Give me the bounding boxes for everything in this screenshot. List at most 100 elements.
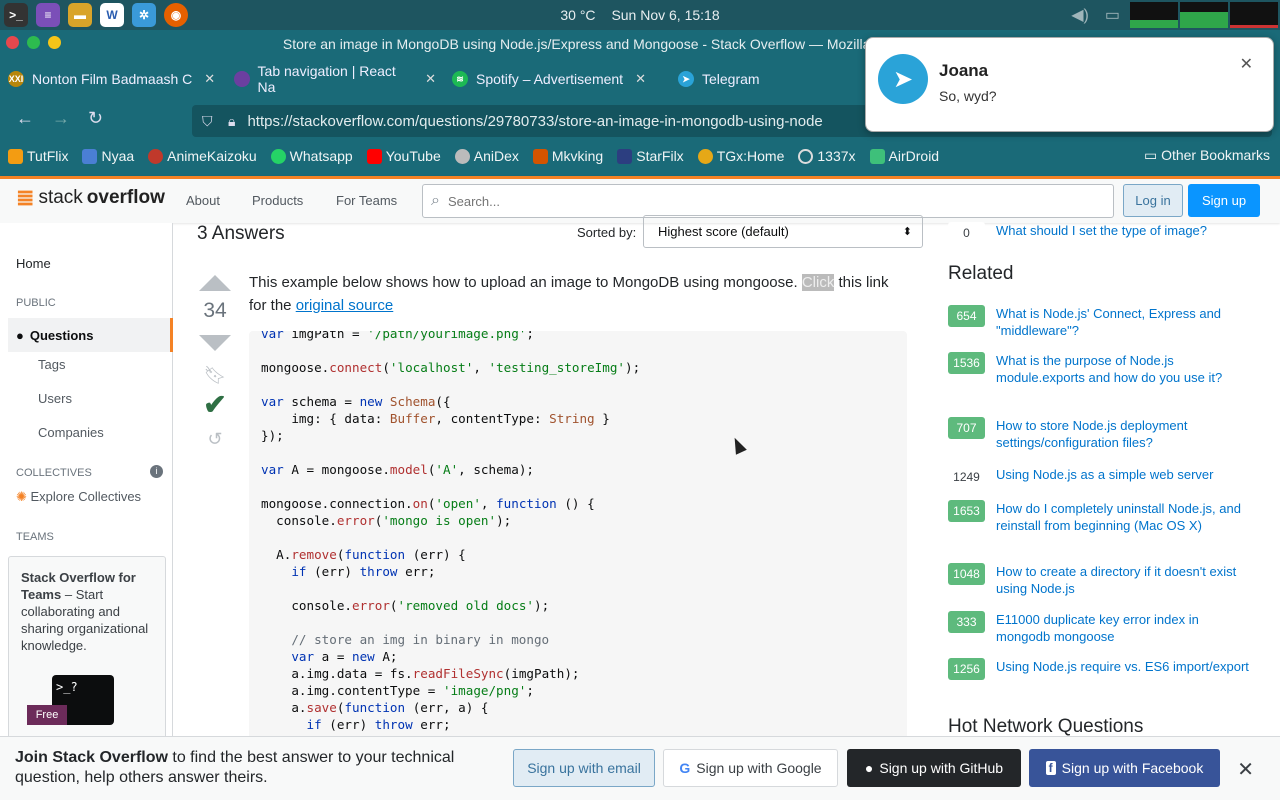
nav-for-teams[interactable]: For Teams [336, 193, 397, 208]
bookmark-starfilx[interactable]: StarFilx [617, 148, 684, 164]
spotify-icon: ≋ [452, 71, 468, 87]
downvote-button[interactable] [199, 335, 231, 351]
tab-telegram[interactable]: ➤ Telegram [670, 60, 780, 98]
linked-question[interactable]: 0 What should I set the type of image? [948, 222, 1268, 244]
reload-icon[interactable]: ↻ [88, 108, 103, 129]
info-icon[interactable]: i [150, 465, 163, 478]
tab-strip: XXI Nonton Film Badmaash C ✕ Tab navigat… [0, 60, 780, 98]
related-title: Related [948, 263, 1014, 284]
close-icon[interactable]: ✕ [1237, 757, 1254, 782]
bookmark-nyaa[interactable]: Nyaa [82, 148, 134, 164]
os-top-panel: >_ ≡ ▬ W ✲ ◉ 30 °C Sun Nov 6, 15:18 ◀) ▭ [0, 0, 1280, 30]
bookmark-youtube[interactable]: YouTube [366, 148, 441, 164]
bookmark-icon [617, 148, 633, 164]
nav-home[interactable]: Home [16, 256, 51, 271]
nav-questions[interactable]: ● Questions [8, 318, 173, 352]
answer-count-badge: 1048 [948, 563, 985, 585]
date-time: Sun Nov 6, 15:18 [611, 7, 720, 23]
bookmark-1337x[interactable]: 1337x [798, 148, 856, 164]
bookmark-tutflix[interactable]: TutFlix [8, 148, 68, 164]
facebook-icon: f [1045, 761, 1056, 775]
bookmark-icon [869, 148, 885, 164]
signup-facebook-button[interactable]: f Sign up with Facebook [1029, 749, 1220, 787]
globe-icon: ● [16, 327, 24, 343]
tab-spotify[interactable]: ≋ Spotify – Advertisement ✕ [444, 60, 670, 98]
forward-icon[interactable]: → [52, 108, 70, 129]
related-question[interactable]: 333 E11000 duplicate key error index in m… [948, 611, 1268, 645]
signup-button[interactable]: Sign up [1188, 184, 1260, 217]
related-question-link[interactable]: What is Node.js' Connect, Express and "m… [996, 305, 1251, 339]
lock-icon[interactable]: 🔒︎ [228, 113, 235, 130]
bookmark-icon [532, 148, 548, 164]
signup-banner: Join Stack Overflow to find the best ans… [0, 736, 1280, 800]
close-icon[interactable]: ✕ [1240, 54, 1253, 74]
related-question-link[interactable]: Using Node.js require vs. ES6 import/exp… [996, 658, 1251, 680]
other-bookmarks[interactable]: ▭ Other Bookmarks [1144, 147, 1270, 164]
folder-icon: ▭ [1143, 147, 1162, 163]
google-icon: G [679, 760, 691, 776]
bookmark-animekaizoku[interactable]: AnimeKaizoku [148, 148, 257, 164]
collectives-icon: ✺ [16, 489, 31, 504]
related-question[interactable]: 654 What is Node.js' Connect, Express and… [948, 305, 1268, 339]
related-question-link[interactable]: How to create a directory if it doesn't … [996, 563, 1251, 597]
nav-explore-collectives[interactable]: ✺ Explore Collectives [16, 489, 141, 505]
nav-tags[interactable]: Tags [38, 357, 65, 372]
history-icon[interactable]: ↺ [197, 429, 233, 450]
bookmark-airdroid[interactable]: AirDroid [869, 148, 939, 164]
youtube-icon [366, 148, 382, 164]
related-question[interactable]: 1536 What is the purpose of Node.js modul… [948, 352, 1268, 386]
bookmark-anidex[interactable]: AniDex [454, 148, 519, 164]
sort-select[interactable]: Highest score (default) ⬍ [643, 215, 923, 248]
original-source-link[interactable]: original source [296, 297, 394, 314]
related-question-link[interactable]: What is the purpose of Node.js module.ex… [996, 352, 1251, 386]
tab-close-icon[interactable]: ✕ [635, 71, 646, 87]
notification-message: So, wyd? [939, 88, 997, 104]
bookmark-whatsapp[interactable]: Whatsapp [270, 148, 353, 164]
related-question[interactable]: 707 How to store Node.js deployment setti… [948, 417, 1268, 451]
bookmark-mkvking[interactable]: Mkvking [532, 148, 603, 164]
site-icon: XXI [8, 71, 24, 87]
signup-github-button[interactable]: ● Sign up with GitHub [847, 749, 1021, 787]
nav-about[interactable]: About [186, 193, 220, 208]
tab-nonton[interactable]: XXI Nonton Film Badmaash C ✕ [0, 60, 226, 98]
upvote-button[interactable] [199, 275, 231, 291]
screen-icon[interactable]: ▭ [1105, 5, 1120, 25]
shield-icon[interactable]: ⛉ [202, 113, 213, 130]
bookmark-icon [148, 148, 164, 164]
nav-companies[interactable]: Companies [38, 425, 104, 440]
url-text[interactable]: https://stackoverflow.com/questions/2978… [247, 113, 822, 130]
telegram-icon: ➤ [678, 71, 694, 87]
bookmark-tgx[interactable]: TGx:Home [697, 148, 784, 164]
nav-products[interactable]: Products [252, 193, 303, 208]
bookmark-icon[interactable]: 🔖︎ [197, 365, 233, 386]
tab-close-icon[interactable]: ✕ [204, 71, 215, 87]
so-logo[interactable]: ≣ stack overflow [16, 185, 165, 211]
related-question-link[interactable]: How do I completely uninstall Node.js, a… [996, 500, 1251, 534]
tab-react-navigation[interactable]: Tab navigation | React Na ✕ [226, 60, 444, 98]
tab-label: Telegram [702, 71, 760, 87]
hot-network-title: Hot Network Questions [948, 716, 1144, 737]
github-icon: ● [864, 760, 874, 776]
search-box[interactable]: ⌕ [422, 184, 1114, 218]
answers-count: 3 Answers [197, 223, 285, 244]
tab-close-icon[interactable]: ✕ [425, 71, 436, 87]
login-button[interactable]: Log in [1123, 184, 1183, 217]
related-question[interactable]: 1653 How do I completely uninstall Node.j… [948, 500, 1268, 534]
telegram-notification[interactable]: ➤ Joana So, wyd? ✕ [865, 37, 1274, 132]
related-question[interactable]: 1048 How to create a directory if it does… [948, 563, 1268, 597]
back-icon[interactable]: ← [16, 108, 34, 129]
search-input[interactable] [447, 193, 1048, 209]
related-question-link[interactable]: E11000 duplicate key error index in mong… [996, 611, 1251, 645]
related-question-link[interactable]: How to store Node.js deployment settings… [996, 417, 1251, 451]
stack-logo-icon: ≣ [16, 185, 35, 210]
answer-text: This example below shows how to upload a… [249, 274, 889, 314]
signup-email-button[interactable]: Sign up with email [513, 749, 655, 787]
signup-google-button[interactable]: G Sign up with Google [663, 749, 838, 787]
so-header: ≣ stack overflow About Products For Teams… [0, 176, 1280, 223]
related-question[interactable]: 1249 Using Node.js as a simple web server [948, 466, 1268, 488]
volume-icon[interactable]: ◀) [1071, 5, 1089, 25]
related-question[interactable]: 1256 Using Node.js require vs. ES6 import… [948, 658, 1268, 680]
nav-users[interactable]: Users [38, 391, 72, 406]
sorted-by-label: Sorted by: [577, 225, 637, 240]
related-question-link[interactable]: Using Node.js as a simple web server [996, 466, 1251, 488]
